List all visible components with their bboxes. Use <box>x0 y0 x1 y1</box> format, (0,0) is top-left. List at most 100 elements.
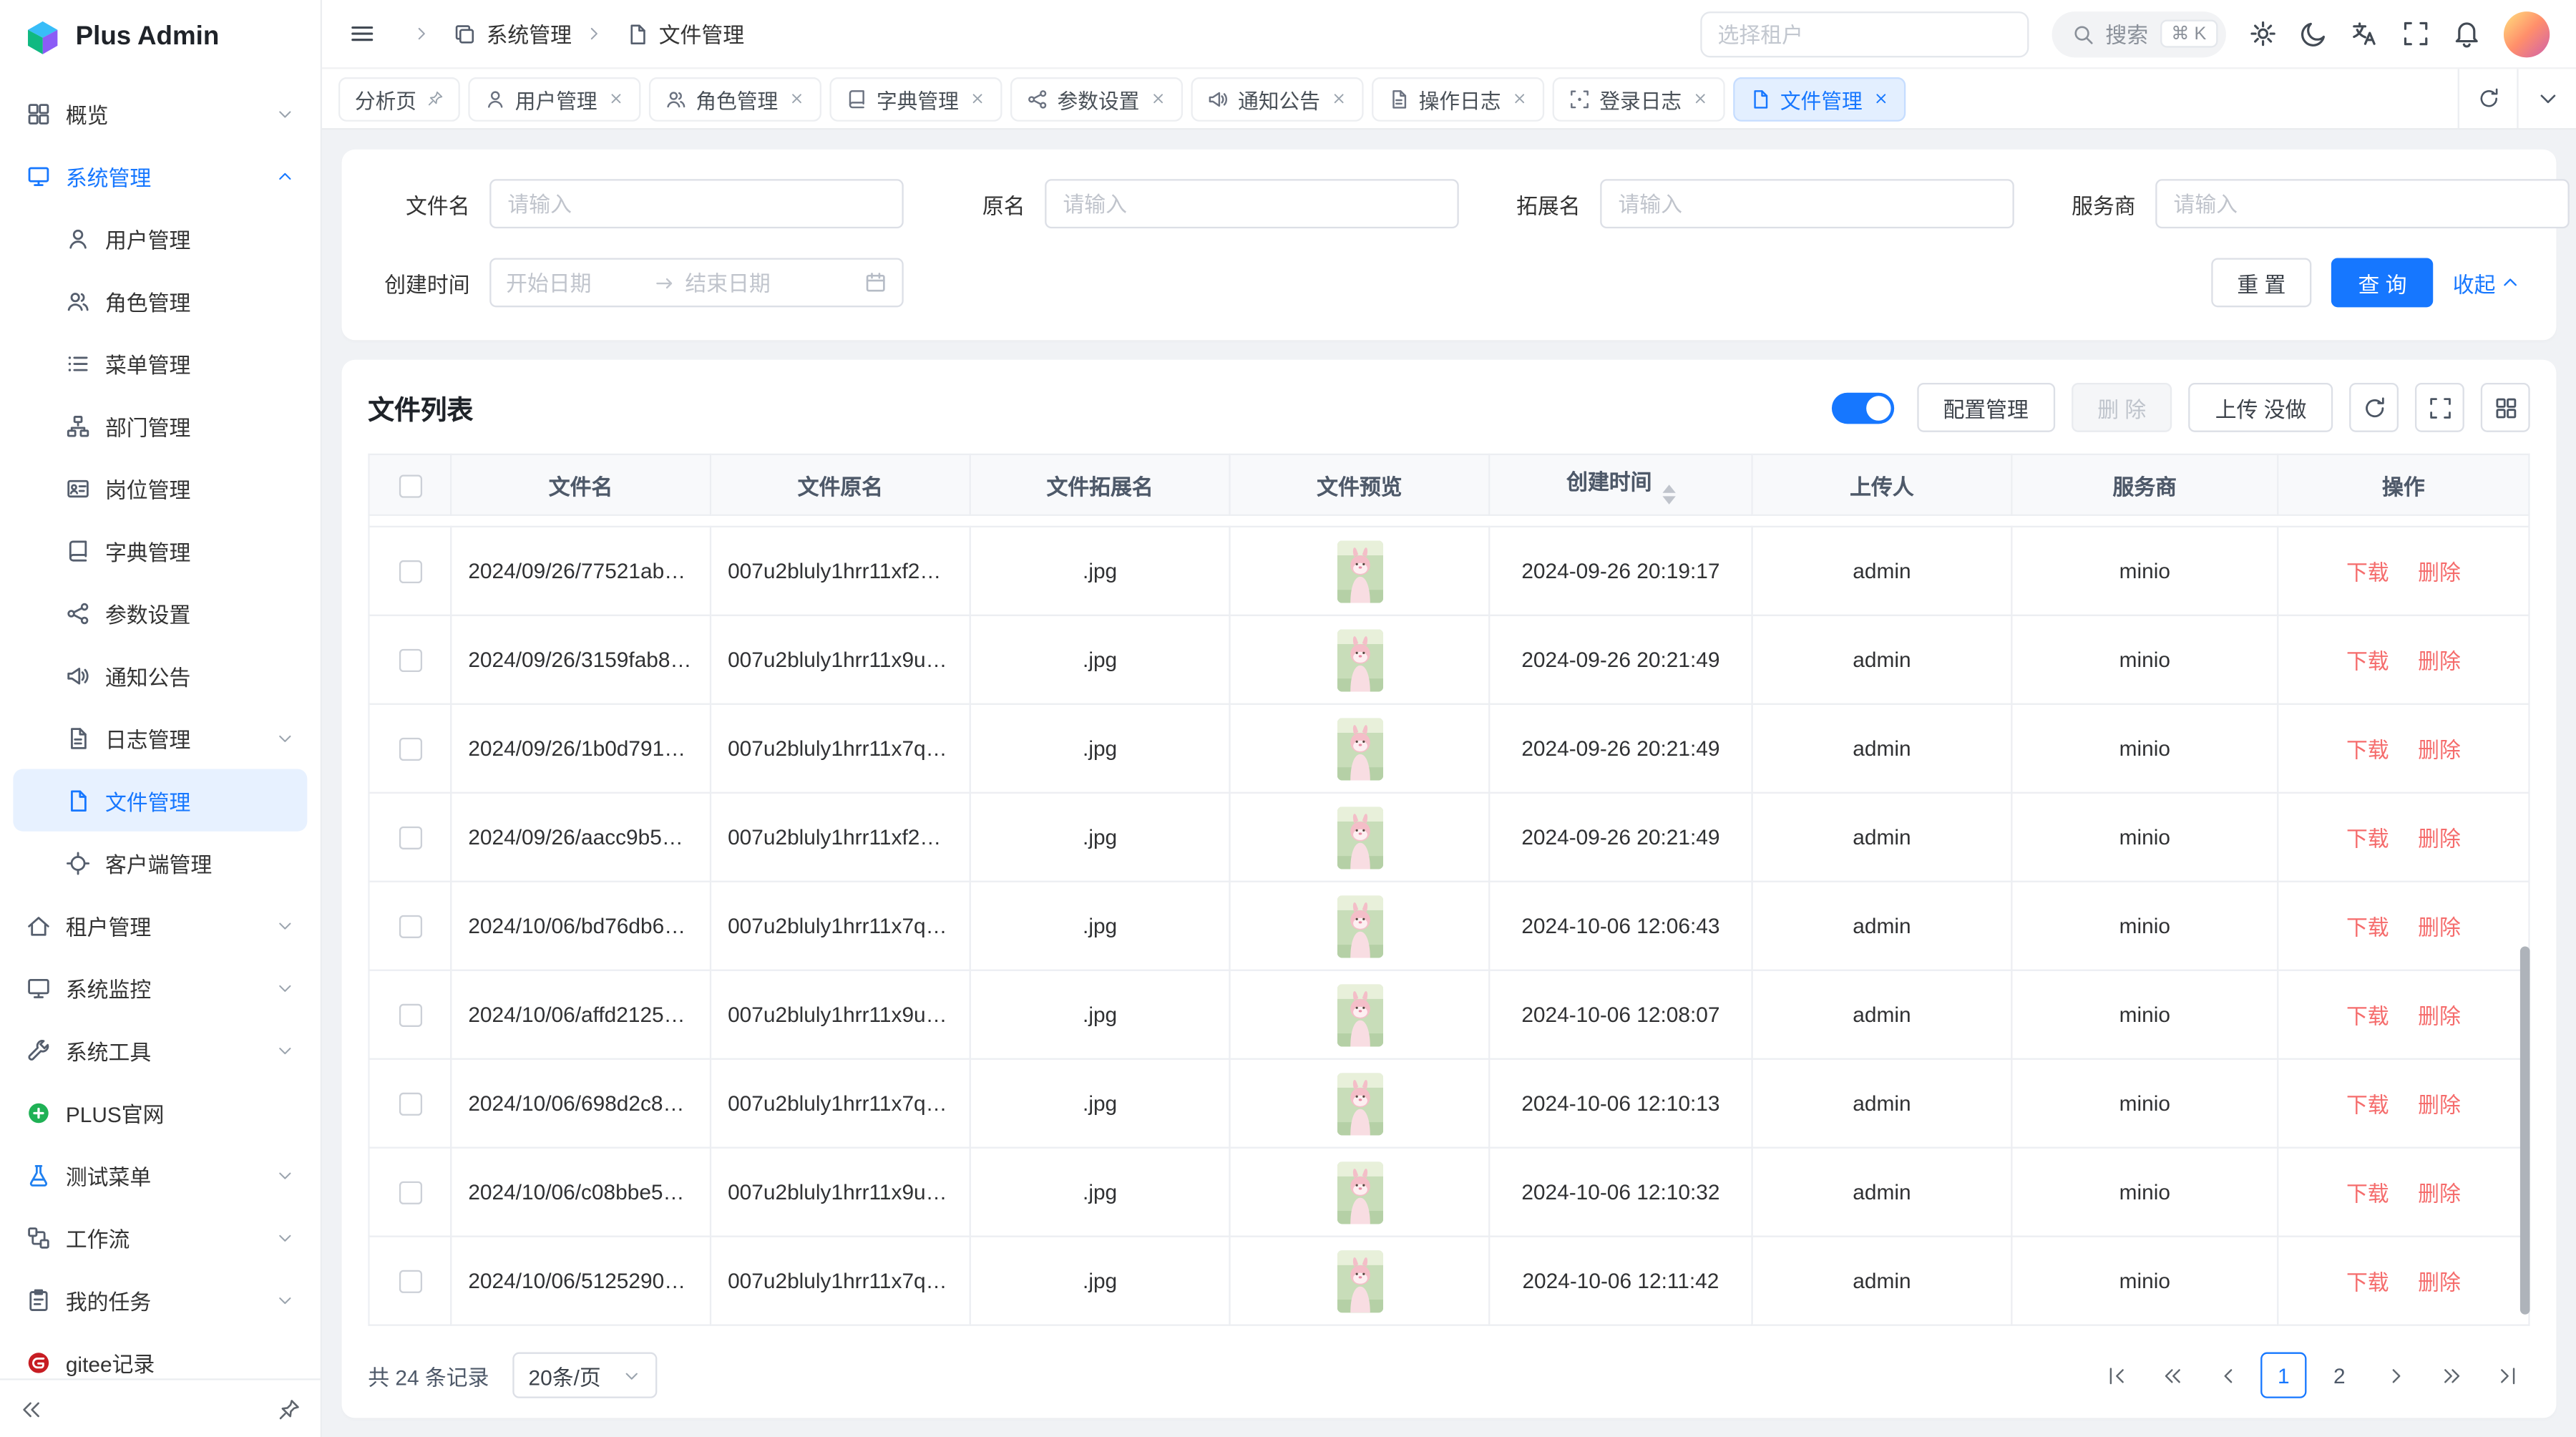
collapse-filters-link[interactable]: 收起 <box>2453 267 2520 298</box>
tenant-select[interactable]: 选择租户 <box>1699 11 2028 57</box>
search-visibility-toggle[interactable] <box>1831 392 1893 424</box>
date-end-input[interactable] <box>685 271 823 295</box>
batch-delete-button[interactable]: 删 除 <box>2072 383 2172 432</box>
sidebar-item[interactable]: 通知公告 <box>13 644 307 706</box>
file-preview-thumbnail[interactable] <box>1337 540 1382 602</box>
table-scrollbar[interactable] <box>2520 946 2530 1315</box>
download-link[interactable]: 下载 <box>2346 915 2389 940</box>
file-preview-thumbnail[interactable] <box>1337 1250 1382 1312</box>
next-page-button[interactable] <box>2372 1353 2418 1398</box>
sidebar-item[interactable]: gitee记录 <box>13 1331 307 1379</box>
tab-close-icon[interactable] <box>1511 90 1527 107</box>
tab[interactable]: 文件管理 <box>1732 77 1905 121</box>
download-link[interactable]: 下载 <box>2346 738 2389 762</box>
sidebar-pin-button[interactable] <box>278 1398 301 1421</box>
file-preview-thumbnail[interactable] <box>1337 806 1382 868</box>
row-checkbox[interactable] <box>399 739 421 761</box>
global-search-button[interactable]: 搜索 ⌘ K <box>2051 11 2226 57</box>
tab[interactable]: 登录日志 <box>1552 77 1724 121</box>
theme-toggle-button[interactable] <box>2300 20 2328 48</box>
sidebar-item[interactable]: 部门管理 <box>13 394 307 457</box>
download-link[interactable]: 下载 <box>2346 560 2389 585</box>
file-preview-thumbnail[interactable] <box>1337 895 1382 957</box>
config-management-button[interactable]: 配置管理 <box>1917 383 2055 432</box>
breadcrumb-item[interactable]: 文件管理 <box>572 18 744 49</box>
sort-icon[interactable] <box>1662 484 1674 505</box>
tab-close-icon[interactable] <box>1692 90 1708 107</box>
sidebar-item[interactable]: 客户端管理 <box>13 832 307 894</box>
download-link[interactable]: 下载 <box>2346 1093 2389 1117</box>
delete-link[interactable]: 删除 <box>2418 1270 2461 1295</box>
tab-close-icon[interactable] <box>1149 90 1166 107</box>
first-page-button[interactable] <box>2093 1353 2139 1398</box>
sidebar-toggle-button[interactable] <box>348 20 376 48</box>
last-page-button[interactable] <box>2484 1353 2529 1398</box>
tab[interactable]: 字典管理 <box>829 77 1001 121</box>
prev-page-button[interactable] <box>2205 1353 2250 1398</box>
page-number-button[interactable]: 2 <box>2316 1353 2362 1398</box>
sidebar-item[interactable]: 工作流 <box>13 1206 307 1268</box>
tabs-menu-button[interactable] <box>2517 69 2576 128</box>
query-button[interactable]: 查 询 <box>2332 258 2433 307</box>
sidebar-item[interactable]: PLUS官网 <box>13 1081 307 1144</box>
row-checkbox[interactable] <box>399 1270 421 1293</box>
row-checkbox[interactable] <box>399 1182 421 1204</box>
table-fullscreen-button[interactable] <box>2415 383 2464 432</box>
delete-link[interactable]: 删除 <box>2418 1093 2461 1117</box>
sidebar-item[interactable]: 日志管理 <box>13 706 307 769</box>
sidebar-item[interactable]: 参数设置 <box>13 582 307 644</box>
user-avatar[interactable] <box>2504 11 2550 57</box>
table-refresh-button[interactable] <box>2349 383 2399 432</box>
tabs-refresh-button[interactable] <box>2458 69 2517 128</box>
column-settings-button[interactable] <box>2481 383 2530 432</box>
delete-link[interactable]: 删除 <box>2418 649 2461 673</box>
tab-close-icon[interactable] <box>788 90 804 107</box>
filter-field-input[interactable] <box>2155 179 2570 228</box>
file-preview-thumbnail[interactable] <box>1337 1072 1382 1134</box>
reset-button[interactable]: 重 置 <box>2211 258 2312 307</box>
sidebar-item[interactable]: 岗位管理 <box>13 457 307 519</box>
sidebar-collapse-button[interactable] <box>20 1398 43 1421</box>
delete-link[interactable]: 删除 <box>2418 1004 2461 1028</box>
file-preview-thumbnail[interactable] <box>1337 1161 1382 1223</box>
row-checkbox[interactable] <box>399 1004 421 1027</box>
date-range-picker[interactable] <box>489 258 904 307</box>
sidebar-item[interactable]: 菜单管理 <box>13 332 307 394</box>
next-pages-button[interactable] <box>2428 1353 2474 1398</box>
prev-pages-button[interactable] <box>2149 1353 2195 1398</box>
file-preview-thumbnail[interactable] <box>1337 983 1382 1046</box>
download-link[interactable]: 下载 <box>2346 827 2389 851</box>
notifications-button[interactable] <box>2453 20 2481 48</box>
tab[interactable]: 操作日志 <box>1371 77 1543 121</box>
tab[interactable]: 用户管理 <box>467 77 640 121</box>
download-link[interactable]: 下载 <box>2346 1182 2389 1206</box>
sidebar-item[interactable]: 概览 <box>13 82 307 145</box>
tab[interactable]: 通知公告 <box>1191 77 1363 121</box>
tab-close-icon[interactable] <box>1330 90 1347 107</box>
sidebar-item[interactable]: 文件管理 <box>13 769 307 831</box>
tab[interactable]: 参数设置 <box>1010 77 1182 121</box>
sidebar-item[interactable]: 测试菜单 <box>13 1144 307 1206</box>
delete-link[interactable]: 删除 <box>2418 560 2461 585</box>
tab[interactable]: 角色管理 <box>648 77 821 121</box>
row-checkbox[interactable] <box>399 561 421 584</box>
sidebar-item[interactable]: 用户管理 <box>13 207 307 269</box>
breadcrumb-item[interactable]: 系统管理 <box>399 18 572 49</box>
page-number-button[interactable]: 1 <box>2260 1353 2306 1398</box>
sidebar-item[interactable]: 角色管理 <box>13 270 307 332</box>
filter-field-input[interactable] <box>1045 179 1459 228</box>
delete-link[interactable]: 删除 <box>2418 738 2461 762</box>
row-checkbox[interactable] <box>399 915 421 938</box>
tab-close-icon[interactable] <box>607 90 623 107</box>
tab[interactable]: 分析页 <box>338 77 459 121</box>
sidebar-item[interactable]: 我的任务 <box>13 1268 307 1330</box>
date-start-input[interactable] <box>506 271 644 295</box>
sidebar-item[interactable]: 系统工具 <box>13 1018 307 1081</box>
row-checkbox[interactable] <box>399 650 421 673</box>
app-logo[interactable]: Plus Admin <box>0 0 321 76</box>
row-checkbox[interactable] <box>399 827 421 849</box>
delete-link[interactable]: 删除 <box>2418 1182 2461 1206</box>
tab-close-icon[interactable] <box>426 90 443 107</box>
fullscreen-button[interactable] <box>2402 20 2430 48</box>
row-checkbox[interactable] <box>399 1093 421 1116</box>
